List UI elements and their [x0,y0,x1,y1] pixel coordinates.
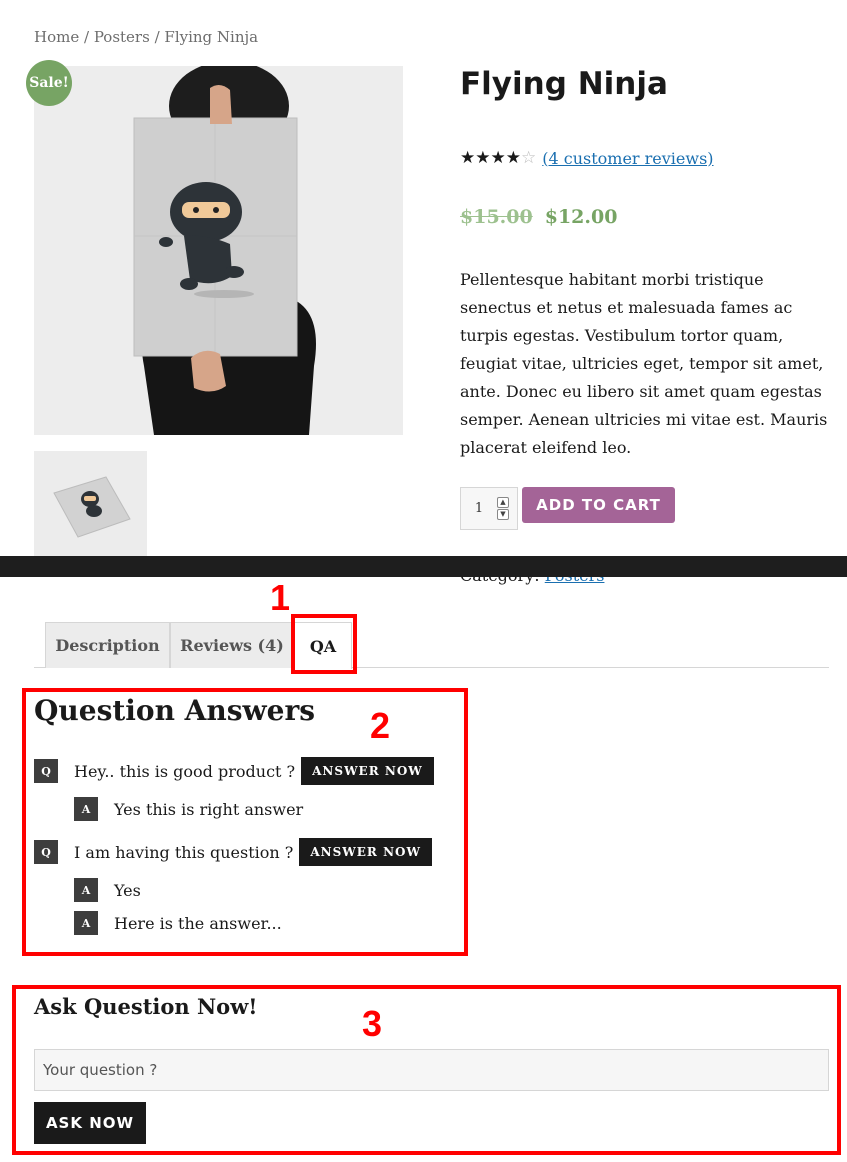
breadcrumb: Home / Posters / Flying Ninja [34,28,258,46]
product-short-description: Pellentesque habitant morbi tristique se… [460,270,828,457]
increment-icon[interactable]: ▲ [497,497,509,508]
breadcrumb-separator: / [149,28,165,46]
poster-ninja-image [34,66,403,435]
product-main-image[interactable] [34,66,403,435]
quantity-value[interactable]: 1 [461,501,497,516]
sale-badge: Sale! [26,60,72,106]
decrement-icon[interactable]: ▼ [497,509,509,520]
sale-price: $12.00 [544,206,618,228]
quantity-stepper[interactable]: 1 ▲ ▼ [460,487,518,530]
product-thumbnail[interactable] [34,451,147,556]
breadcrumb-posters-link[interactable]: Posters [94,28,150,46]
annotation-box-2 [22,688,468,956]
product-tabs: Description Reviews (4) QA [34,622,829,669]
product-price: $15.00 $12.00 [460,206,617,228]
product-rating: ★★★★☆ (4 customer reviews) [460,148,714,168]
poster-thumbnail-image [34,451,147,556]
regular-price: $15.00 [460,206,533,228]
annotation-box-3 [12,985,841,1155]
screenshot-divider-bar [0,556,847,577]
star-rating-icon: ★★★★☆ [460,148,537,168]
breadcrumb-home-link[interactable]: Home [34,28,79,46]
quantity-spinner[interactable]: ▲ ▼ [497,497,509,520]
annotation-number-2: 2 [370,705,391,746]
add-to-cart-button[interactable]: ADD TO CART [522,487,675,523]
tab-description[interactable]: Description [45,622,170,668]
customer-reviews-link[interactable]: (4 customer reviews) [542,149,713,168]
annotation-box-1 [291,614,357,674]
breadcrumb-separator: / [79,28,94,46]
tab-reviews[interactable]: Reviews (4) [170,622,294,668]
annotation-number-1: 1 [270,577,291,618]
annotation-number-3: 3 [362,1003,383,1044]
product-title: Flying Ninja [460,66,668,102]
breadcrumb-current: Flying Ninja [164,28,259,46]
